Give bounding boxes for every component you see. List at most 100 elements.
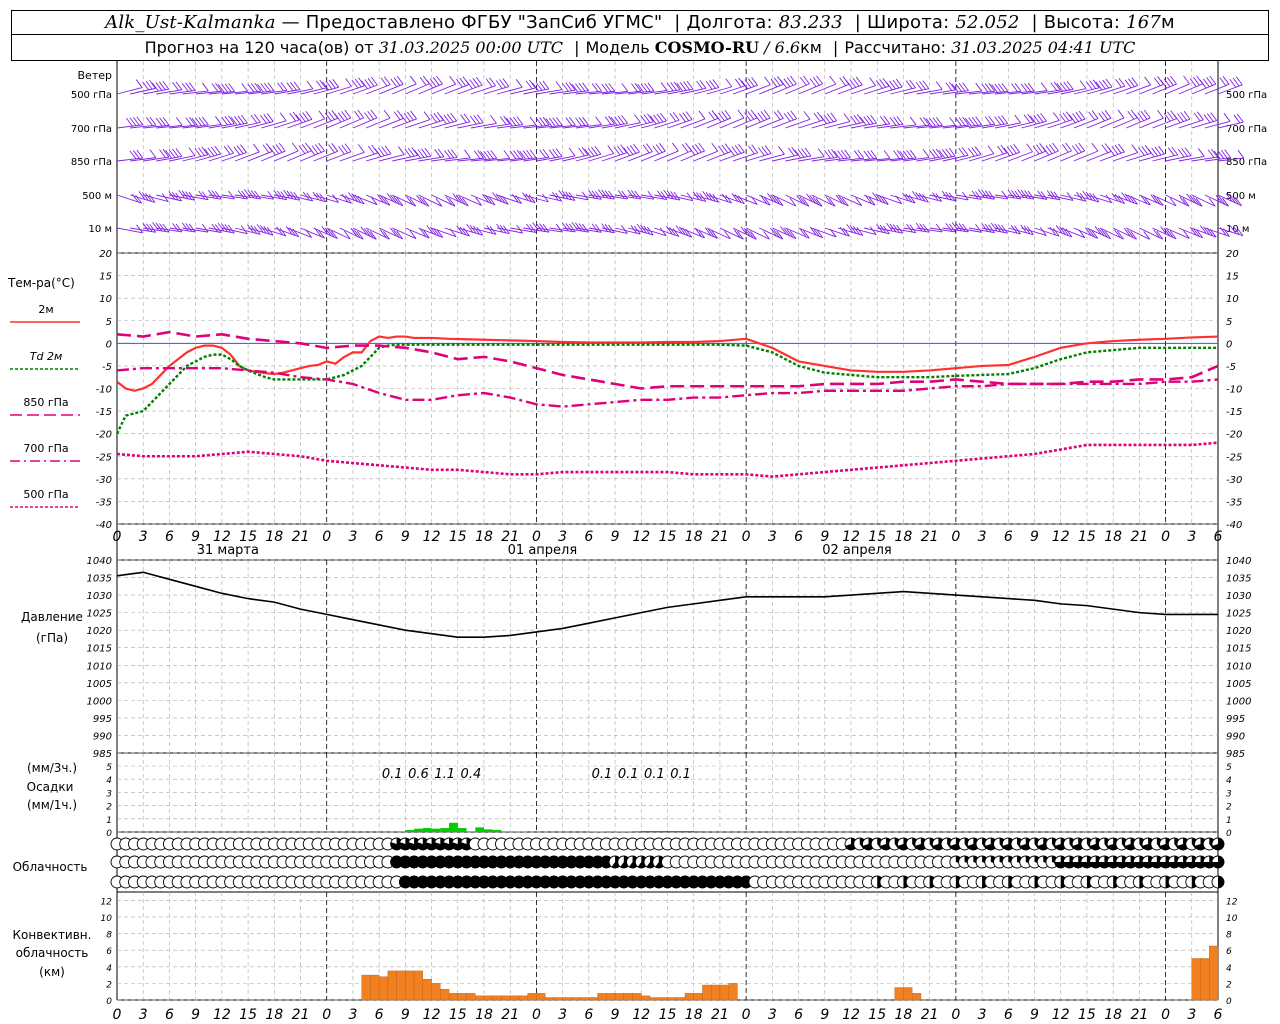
- x-tick-label: 21: [711, 1007, 729, 1023]
- conv-bar: [579, 997, 590, 1001]
- wind-barb-feather: [607, 145, 615, 154]
- wind-barb-feather: [464, 149, 471, 159]
- conv-bar: [719, 984, 729, 1001]
- wind-barb-feather: [725, 78, 733, 88]
- precip-bar: [431, 828, 441, 832]
- x-tick-label: 6: [1004, 1007, 1013, 1023]
- conv-bar: [387, 970, 397, 1001]
- precip-title: Осадки: [27, 780, 74, 794]
- x-tick-label: 0: [113, 1007, 122, 1023]
- x-tick-label: 3: [139, 529, 148, 545]
- wind-barb-feather: [1040, 82, 1048, 91]
- wind-barb-feather: [621, 83, 629, 92]
- conv-tick: 12: [101, 897, 113, 907]
- x-tick-label: 9: [820, 1007, 829, 1023]
- x-tick-label: 3: [139, 1007, 148, 1023]
- x-tick-label: 15: [449, 1007, 467, 1023]
- x-tick-label: 18: [685, 1007, 703, 1023]
- conv-bar: [588, 997, 598, 1001]
- conv-bar: [361, 974, 371, 1001]
- conv-bar: [483, 995, 493, 1001]
- wind-barb-feather: [345, 78, 352, 87]
- wind-barb-feather: [423, 111, 431, 120]
- precip-tick: 4: [106, 776, 112, 786]
- wind-barb-feather: [829, 75, 837, 85]
- x-tick-label: 3: [1187, 1007, 1196, 1023]
- temp-tick: 15: [99, 272, 112, 283]
- wind-barb-feather: [909, 116, 917, 126]
- pressure-tick: 1005: [87, 679, 112, 690]
- temp-tick: -30: [1226, 475, 1242, 486]
- wind-barb: [982, 194, 1008, 200]
- precip-bar: [457, 828, 467, 832]
- wind-barb: [759, 153, 785, 162]
- wind-barb-feather: [987, 145, 995, 155]
- conv-tick: 0: [106, 997, 112, 1007]
- conv-bar: [527, 993, 537, 1001]
- precip-tick: 3: [106, 789, 112, 799]
- wind-barb-feather: [975, 82, 983, 92]
- precip-3h-value: 0.1: [592, 767, 613, 782]
- conv-bar: [518, 995, 528, 1001]
- temp-tick: -35: [1226, 497, 1242, 508]
- date-label: 31 марта: [197, 543, 259, 558]
- wind-barb: [313, 194, 339, 203]
- wind-barb-feather: [568, 147, 576, 157]
- wind-barb: [824, 121, 851, 129]
- x-tick-label: 3: [1187, 529, 1196, 545]
- conv-bar: [544, 997, 555, 1001]
- conv-bar: [614, 993, 625, 1001]
- wind-barb-feather: [397, 146, 405, 155]
- precip-unit-1h: (мм/1ч.): [27, 798, 77, 812]
- x-tick-label: 6: [1214, 1007, 1223, 1023]
- temp-tick: -10: [96, 385, 112, 396]
- conv-bar: [894, 987, 904, 1001]
- conv-bar: [606, 993, 616, 1001]
- x-tick-label: 18: [895, 529, 913, 545]
- x-tick-label: 21: [1130, 1007, 1148, 1023]
- conv-bar: [728, 983, 738, 1001]
- precip-tick: 5: [1226, 763, 1232, 773]
- precip-bar: [641, 831, 651, 832]
- wind-barb-feather: [949, 117, 956, 126]
- legend-label: Td 2м: [30, 350, 63, 363]
- conv-bar: [684, 993, 694, 1001]
- temp-title: Тем-ра(°C): [7, 276, 75, 290]
- x-tick-label: 0: [322, 529, 331, 545]
- pressure-tick: 1015: [87, 644, 112, 655]
- wind-barb-feather: [188, 147, 196, 156]
- x-tick-label: 9: [401, 1007, 410, 1023]
- x-tick-label: 12: [1052, 1007, 1070, 1023]
- pressure-tick: 985: [1226, 749, 1245, 760]
- wind-barb: [418, 194, 443, 207]
- wind-barb-feather: [515, 79, 523, 88]
- wind-barb-feather: [201, 82, 209, 92]
- wind-barb-feather: [252, 143, 260, 153]
- conv-tick: 8: [106, 931, 112, 941]
- conv-tick: 0: [1226, 997, 1232, 1007]
- pressure-tick: 1035: [87, 574, 112, 585]
- x-tick-label: 18: [475, 529, 493, 545]
- wind-barb-feather: [383, 109, 391, 119]
- wind-title: Ветер: [78, 69, 112, 82]
- pressure-unit: (гПа): [36, 631, 68, 645]
- pressure-tick: 995: [1226, 714, 1245, 725]
- conv-bar: [649, 997, 659, 1001]
- precip-bar: [492, 830, 502, 832]
- wind-barb-feather: [660, 82, 668, 91]
- wind-level-label: 10 м: [89, 224, 112, 235]
- x-tick-label: 21: [1130, 529, 1148, 545]
- precip-3h-value: 0.1: [670, 767, 691, 782]
- x-tick-label: 0: [1161, 529, 1170, 545]
- precip-3h-value: 0.1: [618, 767, 639, 782]
- wind-barb-feather: [737, 109, 745, 119]
- pressure-title: Давление: [21, 610, 83, 624]
- conv-bar: [623, 993, 633, 1001]
- wind-barb-feather: [490, 115, 497, 124]
- conv-title-2: облачность: [16, 946, 89, 960]
- conv-bar: [710, 984, 721, 1001]
- x-tick-label: 3: [348, 529, 357, 545]
- conv-tick: 10: [101, 914, 113, 924]
- conv-bar: [903, 987, 913, 1001]
- conv-bar: [501, 995, 511, 1001]
